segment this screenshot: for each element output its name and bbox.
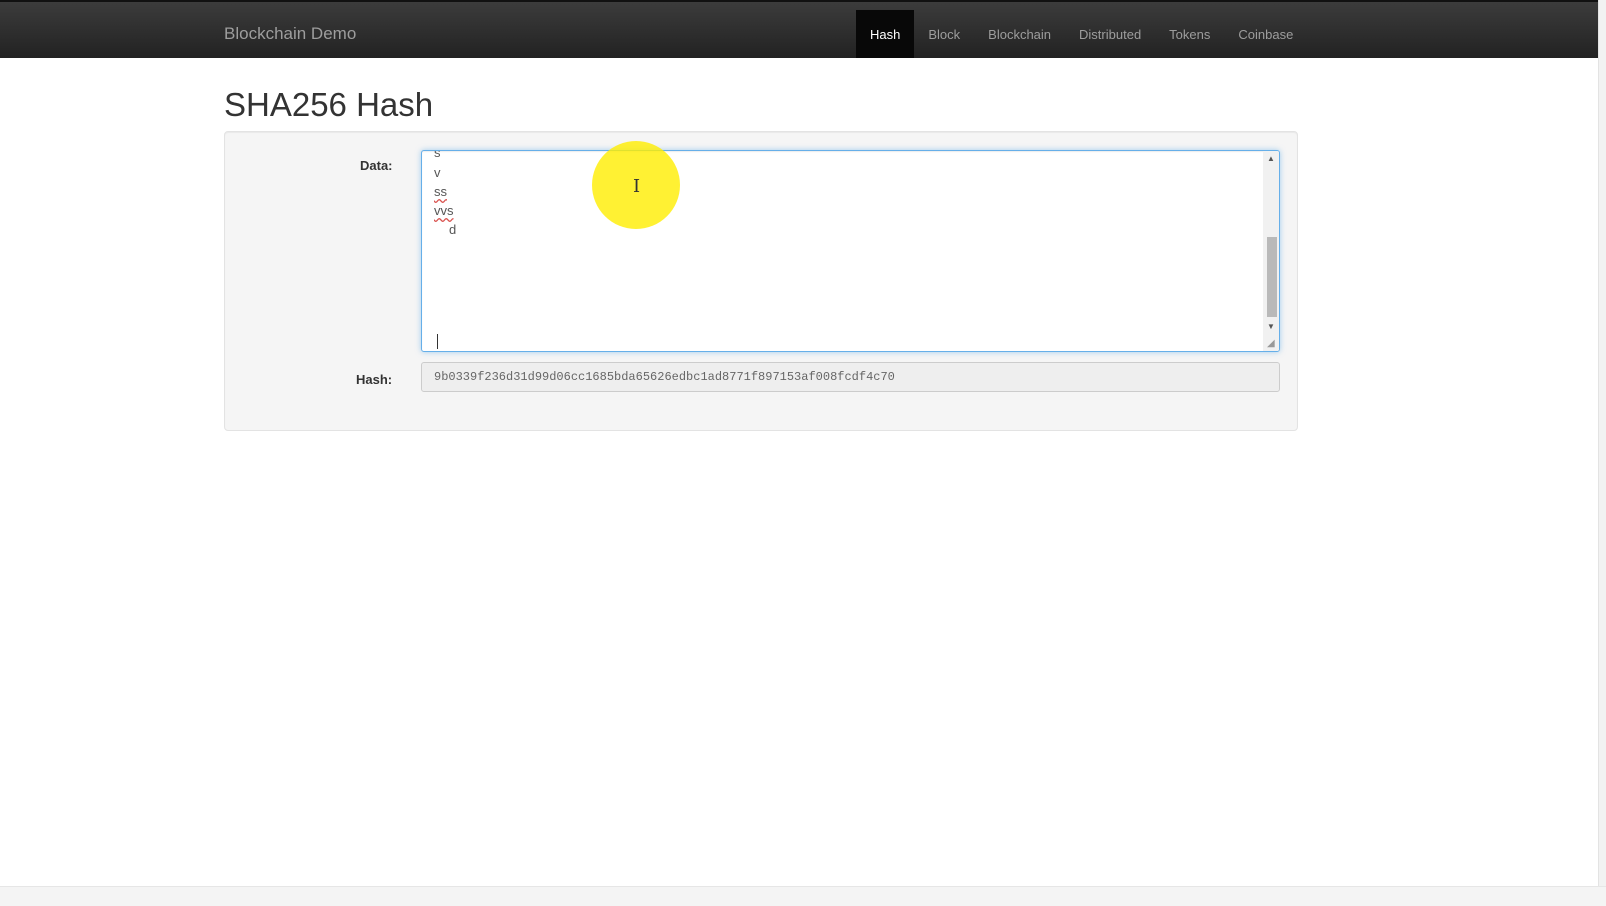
nav-menu: Hash Block Blockchain Distributed Tokens…	[856, 10, 1307, 58]
tab-coinbase[interactable]: Coinbase	[1224, 10, 1307, 58]
data-textarea[interactable]: s v ss vvs d ▲ ▼ ◢	[421, 150, 1280, 352]
scroll-up-arrow-icon[interactable]: ▲	[1263, 151, 1279, 167]
tab-tokens[interactable]: Tokens	[1155, 10, 1224, 58]
tab-hash[interactable]: Hash	[856, 10, 915, 58]
resize-grip-icon[interactable]: ◢	[1267, 339, 1277, 349]
tab-block[interactable]: Block	[914, 10, 974, 58]
tab-blockchain[interactable]: Blockchain	[974, 10, 1065, 58]
scroll-down-arrow-icon[interactable]: ▼	[1263, 319, 1279, 335]
hash-form-panel: Data: s v ss vvs d ▲ ▼ ◢ Hash: 9b0339f23…	[224, 131, 1298, 431]
data-line: s	[434, 150, 441, 160]
data-line: d	[449, 222, 457, 237]
tab-distributed[interactable]: Distributed	[1065, 10, 1155, 58]
navbar: Blockchain Demo Hash Block Blockchain Di…	[0, 0, 1598, 58]
window-bottom-edge	[0, 886, 1606, 906]
text-cursor-icon: I	[633, 176, 641, 197]
data-line: vvs	[434, 203, 454, 218]
hash-label: Hash:	[356, 372, 393, 387]
page-title: SHA256 Hash	[224, 86, 434, 123]
scroll-thumb[interactable]	[1267, 237, 1277, 317]
text-caret	[437, 334, 438, 349]
hash-output-field: 9b0339f236d31d99d06cc1685bda65626edbc1ad…	[421, 362, 1280, 392]
data-line: ss	[434, 184, 447, 199]
app-window: Blockchain Demo Hash Block Blockchain Di…	[0, 0, 1606, 906]
textarea-scrollbar[interactable]: ▲ ▼	[1263, 151, 1279, 351]
brand-link[interactable]: Blockchain Demo	[224, 24, 356, 44]
data-line: v	[434, 165, 441, 180]
data-label: Data:	[360, 158, 393, 173]
window-edge	[1598, 0, 1606, 906]
